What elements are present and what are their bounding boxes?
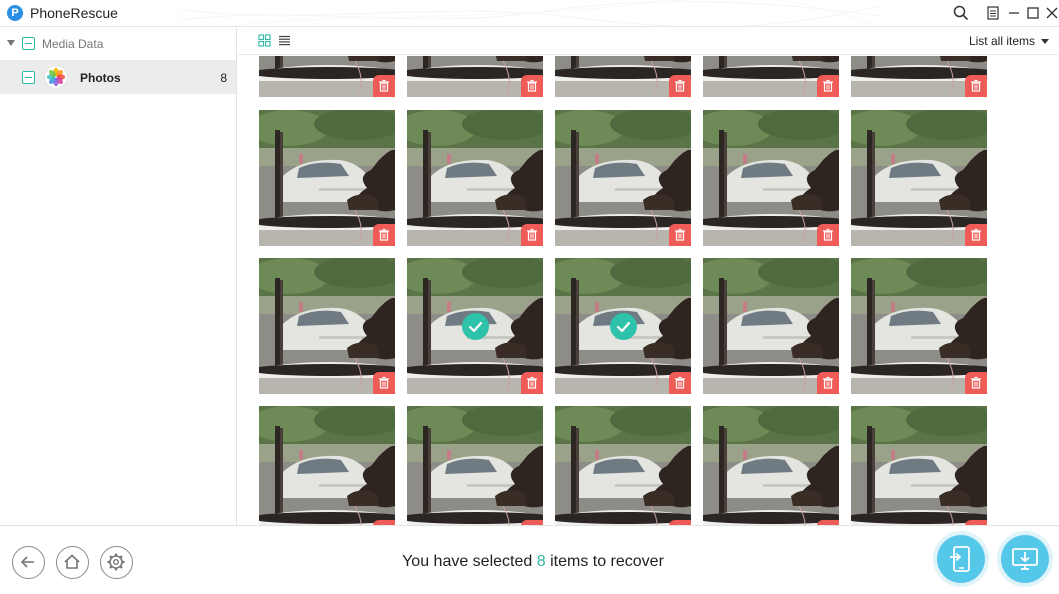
expand-caret-icon[interactable]: [7, 40, 15, 46]
grid-view-icon[interactable]: [258, 34, 271, 47]
maximize-icon[interactable]: [1024, 4, 1042, 22]
status-prefix: You have selected: [402, 553, 533, 570]
list-view-icon[interactable]: [278, 34, 291, 47]
photo-thumbnail[interactable]: [259, 406, 395, 525]
chevron-down-icon: [1041, 39, 1049, 45]
trash-icon[interactable]: [669, 224, 691, 246]
photo-thumbnail[interactable]: [555, 56, 691, 97]
recover-to-device-button[interactable]: [937, 535, 985, 583]
sidebar-item-photos[interactable]: Photos 8: [0, 60, 236, 94]
photo-thumbnail[interactable]: [407, 406, 543, 525]
photo-thumbnail[interactable]: [259, 258, 395, 394]
title-bar: P PhoneRescue: [0, 0, 1059, 27]
photo-thumbnail[interactable]: [703, 56, 839, 97]
recover-to-computer-icon: [1012, 548, 1038, 570]
photo-thumbnail[interactable]: [851, 110, 987, 246]
trash-icon[interactable]: [965, 224, 987, 246]
photo-image: [703, 406, 839, 525]
photos-label: Photos: [80, 71, 121, 85]
recover-to-device-icon: [950, 546, 970, 572]
trash-icon[interactable]: [521, 224, 543, 246]
trash-icon[interactable]: [965, 372, 987, 394]
selected-count: 8: [536, 553, 546, 570]
trash-icon[interactable]: [521, 372, 543, 394]
photo-thumbnail[interactable]: [407, 56, 543, 97]
trash-icon[interactable]: [373, 224, 395, 246]
photo-image: [851, 406, 987, 525]
photo-image: [407, 406, 543, 525]
trash-icon[interactable]: [669, 372, 691, 394]
footer-bar: You have selected 8 items to recover: [0, 525, 1059, 594]
close-icon[interactable]: [1043, 4, 1059, 22]
photo-thumbnail[interactable]: [851, 406, 987, 525]
header-decoration: [180, 0, 880, 27]
search-icon[interactable]: [952, 4, 970, 22]
photo-thumbnail[interactable]: [703, 110, 839, 246]
trash-icon[interactable]: [817, 75, 839, 97]
photos-count: 8: [220, 71, 227, 85]
media-data-label: Media Data: [42, 37, 104, 51]
photo-image: [259, 406, 395, 525]
sidebar-item-media-data[interactable]: Media Data: [0, 28, 236, 59]
app-window: P PhoneRescue Media Data Photos 8 List a…: [0, 0, 1059, 594]
photos-checkbox[interactable]: [22, 71, 35, 84]
checkmark-icon[interactable]: [610, 313, 637, 340]
photo-thumbnail[interactable]: [851, 258, 987, 394]
trash-icon[interactable]: [373, 75, 395, 97]
photo-thumbnail[interactable]: [703, 406, 839, 525]
photo-thumbnail[interactable]: [259, 56, 395, 97]
app-title: PhoneRescue: [30, 5, 118, 21]
checkmark-icon[interactable]: [462, 313, 489, 340]
photo-thumbnail[interactable]: [555, 406, 691, 525]
trash-icon[interactable]: [817, 372, 839, 394]
photo-thumbnail[interactable]: [407, 110, 543, 246]
trash-icon[interactable]: [817, 224, 839, 246]
photo-thumbnail[interactable]: [555, 258, 691, 394]
trash-icon[interactable]: [521, 75, 543, 97]
trash-icon[interactable]: [965, 75, 987, 97]
photo-thumbnail[interactable]: [555, 110, 691, 246]
photo-image: [555, 406, 691, 525]
photo-thumbnail[interactable]: [407, 258, 543, 394]
trash-icon[interactable]: [669, 75, 691, 97]
photo-thumbnail[interactable]: [259, 110, 395, 246]
photo-thumbnail[interactable]: [703, 258, 839, 394]
app-logo-icon: P: [7, 5, 23, 21]
minimize-icon[interactable]: [1005, 4, 1023, 22]
sidebar: Media Data Photos 8: [0, 28, 237, 525]
media-data-checkbox[interactable]: [22, 37, 35, 50]
content-toolbar: List all items: [238, 28, 1059, 55]
photos-app-icon: [44, 65, 68, 89]
selection-status: You have selected 8 items to recover: [0, 553, 1059, 571]
filter-dropdown[interactable]: List all items: [969, 34, 1049, 48]
trash-icon[interactable]: [373, 372, 395, 394]
menu-icon[interactable]: [984, 4, 1002, 22]
filter-dropdown-label: List all items: [968, 34, 1035, 48]
recover-to-computer-button[interactable]: [1001, 535, 1049, 583]
photo-grid: [238, 56, 1059, 525]
status-suffix: items to recover: [550, 553, 664, 570]
photo-thumbnail[interactable]: [851, 56, 987, 97]
